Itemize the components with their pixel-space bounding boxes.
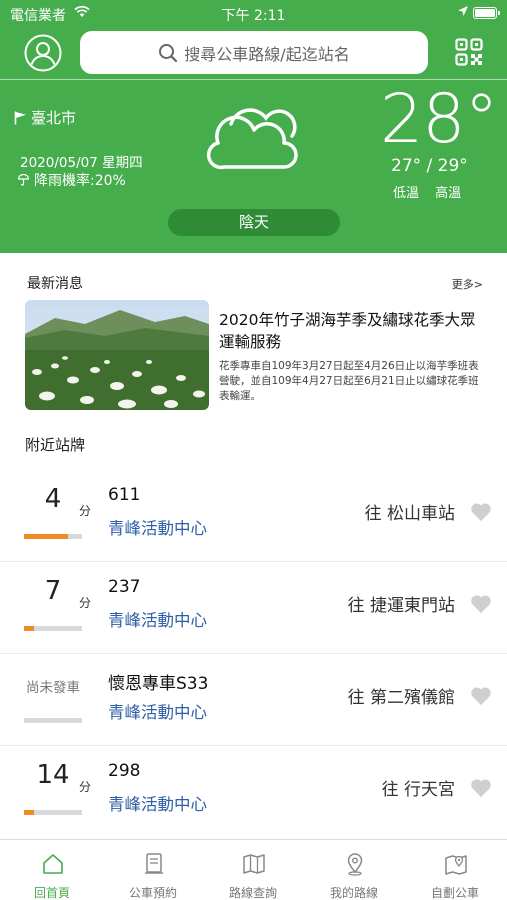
arrival-minutes: 4 bbox=[44, 484, 62, 514]
route-number: 懷恩專車S33 bbox=[108, 674, 209, 694]
low-temp-label: 低溫 bbox=[393, 186, 420, 201]
arrival-minutes: 14 bbox=[36, 760, 70, 790]
row-divider bbox=[0, 653, 507, 654]
stop-name: 青峰活動中心 bbox=[108, 795, 207, 814]
tab-label: 路線查詢 bbox=[228, 886, 277, 900]
arrival-time: 14 分 bbox=[24, 760, 91, 800]
tab-label: 我的路線 bbox=[329, 886, 378, 900]
tab-custom-bus[interactable]: 自劃公車 bbox=[405, 840, 505, 900]
user-avatar-icon[interactable] bbox=[24, 34, 62, 72]
minute-unit: 分 bbox=[79, 780, 92, 794]
route-map-icon bbox=[243, 854, 265, 874]
favorite-heart-icon[interactable] bbox=[470, 686, 492, 706]
tab-home[interactable]: 回首頁 bbox=[2, 840, 102, 900]
search-bar[interactable]: 搜尋公車路線/起迄站名 bbox=[80, 31, 428, 74]
arrival-status: 尚未發車 bbox=[26, 680, 80, 696]
flag-icon bbox=[14, 111, 26, 124]
custom-map-icon bbox=[445, 855, 467, 875]
arrival-progress-bar bbox=[24, 718, 82, 723]
news-more-link[interactable]: 更多> bbox=[452, 276, 483, 292]
reservation-icon bbox=[145, 853, 163, 874]
qr-code-icon[interactable] bbox=[455, 38, 483, 66]
high-temp-label: 高溫 bbox=[435, 186, 462, 201]
city-label: 臺北市 bbox=[31, 109, 77, 127]
tab-label: 自劃公車 bbox=[430, 886, 479, 900]
arrival-progress-bar bbox=[24, 626, 82, 631]
tab-label: 回首頁 bbox=[33, 886, 70, 900]
stop-name: 青峰活動中心 bbox=[108, 703, 207, 722]
tab-label: 公車預約 bbox=[128, 886, 177, 900]
location-pin-icon bbox=[347, 853, 363, 876]
arrival-time: 7 分 bbox=[24, 576, 91, 616]
bottom-tab-bar: 回首頁 公車預約 路線查詢 我的路線 自劃公車 bbox=[0, 839, 507, 900]
stop-name: 青峰活動中心 bbox=[108, 611, 207, 630]
nearby-section-title: 附近站牌 bbox=[25, 436, 86, 454]
rain-chance: 降雨機率:20% bbox=[18, 170, 126, 190]
row-divider bbox=[0, 561, 507, 562]
arrival-progress-fill bbox=[24, 534, 68, 539]
nearby-item[interactable]: 7 分 237 青峰活動中心 往 捷運東門站 bbox=[0, 566, 507, 658]
destination: 往 行天宮 bbox=[381, 780, 455, 800]
arrival-progress-fill bbox=[24, 810, 34, 815]
arrival-time: 4 分 bbox=[24, 484, 91, 524]
route-number: 611 bbox=[108, 485, 141, 505]
minute-unit: 分 bbox=[79, 596, 92, 610]
weather-city[interactable]: 臺北市 bbox=[14, 107, 76, 128]
weather-header: 電信業者 下午 2:11 搜尋公車路線/起迄站名 臺北市 2020/05/07 … bbox=[0, 0, 507, 253]
arrival-time: 尚未發車 bbox=[24, 668, 82, 708]
route-number: 237 bbox=[108, 577, 141, 597]
arrival-progress-fill bbox=[24, 626, 34, 631]
home-icon bbox=[43, 854, 63, 874]
stop-name: 青峰活動中心 bbox=[108, 519, 207, 538]
tab-my-routes[interactable]: 我的路線 bbox=[304, 840, 404, 900]
rain-chance-label: 降雨機率:20% bbox=[34, 173, 126, 189]
route-number: 298 bbox=[108, 761, 141, 781]
weather-condition-badge: 陰天 bbox=[168, 209, 340, 236]
status-bar: 電信業者 下午 2:11 bbox=[0, 0, 507, 28]
weather-date: 2020/05/07 星期四 bbox=[20, 155, 143, 171]
tab-reservation[interactable]: 公車預約 bbox=[103, 840, 203, 900]
status-time: 下午 2:11 bbox=[221, 8, 286, 24]
search-icon bbox=[159, 43, 178, 62]
destination: 往 第二殯儀館 bbox=[347, 688, 455, 708]
arrival-progress-bar bbox=[24, 810, 82, 815]
umbrella-icon bbox=[18, 174, 29, 186]
favorite-heart-icon[interactable] bbox=[470, 778, 492, 798]
battery-icon bbox=[473, 7, 500, 19]
nearby-item[interactable]: 14 分 298 青峰活動中心 往 行天宮 bbox=[0, 750, 507, 842]
temperature-range: 27° / 29° bbox=[391, 156, 468, 176]
news-summary: 花季專車自109年3月27日起至4月26日止以海芋季班表營駛，並自109年4月2… bbox=[219, 360, 479, 402]
destination: 往 捷運東門站 bbox=[347, 596, 455, 616]
news-headline[interactable]: 2020年竹子湖海芋季及繡球花季大眾運輸服務 bbox=[219, 309, 481, 353]
news-thumbnail[interactable] bbox=[25, 300, 209, 410]
tab-route-search[interactable]: 路線查詢 bbox=[203, 840, 303, 900]
news-section-title: 最新消息 bbox=[27, 276, 83, 292]
minute-unit: 分 bbox=[79, 504, 92, 518]
location-arrow-icon bbox=[458, 6, 468, 16]
current-temperature: 28° bbox=[380, 80, 499, 159]
temperature-labels: 低溫 高溫 bbox=[393, 182, 473, 201]
destination: 往 松山車站 bbox=[364, 504, 455, 524]
nearby-item[interactable]: 尚未發車 懷恩專車S33 青峰活動中心 往 第二殯儀館 bbox=[0, 658, 507, 750]
search-placeholder: 搜尋公車路線/起迄站名 bbox=[184, 44, 350, 64]
cloudy-icon bbox=[206, 108, 298, 170]
nearby-item[interactable]: 4 分 611 青峰活動中心 往 松山車站 bbox=[0, 474, 507, 566]
arrival-progress-bar bbox=[24, 534, 82, 539]
arrival-minutes: 7 bbox=[44, 576, 62, 606]
favorite-heart-icon[interactable] bbox=[470, 594, 492, 614]
row-divider bbox=[0, 745, 507, 746]
favorite-heart-icon[interactable] bbox=[470, 502, 492, 522]
